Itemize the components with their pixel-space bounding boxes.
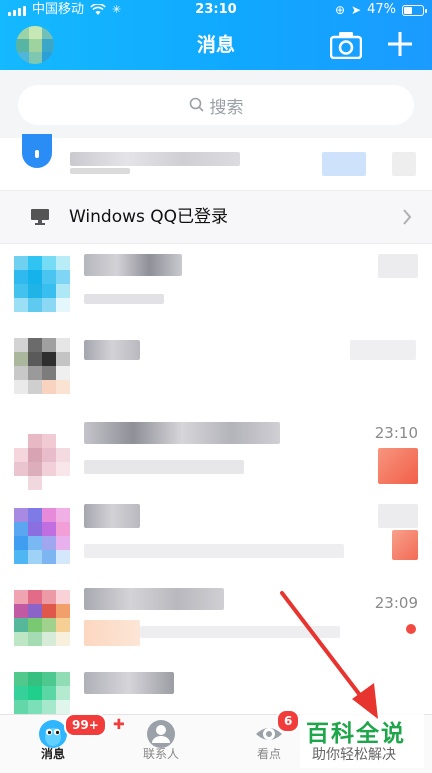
blurred-preview [84, 294, 164, 304]
blurred-title [70, 152, 240, 166]
blurred-preview [84, 620, 140, 646]
avatar [14, 590, 70, 646]
status-bar: 中国移动 ✳ 23:10 ⊕ ➤ 47% [0, 0, 432, 20]
blurred-title [84, 422, 280, 444]
battery-percent: 47% [367, 2, 396, 17]
unread-badge [378, 448, 418, 484]
avatar [14, 434, 70, 490]
tab-label: 消息 [40, 747, 65, 761]
unread-badge: 99+ [64, 713, 107, 737]
blurred-title [84, 504, 140, 528]
avatar [14, 508, 70, 564]
chevron-right-icon [403, 209, 412, 225]
blurred-preview [70, 168, 130, 174]
pinned-avatar [22, 134, 52, 168]
search-area: 搜索 [0, 70, 432, 138]
blurred-time [350, 340, 416, 360]
avatar [14, 338, 70, 394]
blurred-title [84, 672, 174, 694]
blurred-time [378, 254, 418, 278]
unread-dot [406, 624, 416, 634]
blurred-time [378, 504, 418, 528]
unread-badge [392, 530, 418, 560]
list-item[interactable] [0, 244, 432, 328]
blurred-time [322, 152, 366, 176]
orientation-lock-icon: ⊕ [334, 3, 346, 17]
tab-contacts[interactable]: 联系人 [116, 715, 206, 773]
list-item[interactable]: 23:10 [0, 412, 432, 496]
battery-icon [402, 4, 427, 16]
search-input[interactable]: 搜索 [18, 85, 414, 125]
tab-messages[interactable]: 消息 99+ ✚ [8, 713, 125, 773]
list-item[interactable] [0, 328, 432, 412]
avatar [14, 256, 70, 312]
camera-icon[interactable] [330, 31, 362, 59]
nav-bar: 消息 [0, 20, 432, 70]
computer-icon [31, 209, 49, 225]
device-login-label: Windows QQ已登录 [69, 207, 229, 227]
blurred-badge [392, 152, 416, 176]
annotation-arrow [280, 591, 378, 719]
header-gradient: 中国移动 ✳ 23:10 ⊕ ➤ 47% 消息 [0, 0, 432, 70]
blurred-title [84, 254, 182, 276]
blurred-title [84, 340, 140, 360]
location-icon: ➤ [351, 3, 362, 17]
blurred-preview [84, 460, 244, 474]
search-icon [189, 97, 204, 112]
blurred-title [84, 588, 224, 610]
device-login-row[interactable]: Windows QQ已登录 [0, 191, 432, 244]
add-icon[interactable] [385, 29, 415, 59]
conversation-time: 23:10 [374, 424, 418, 442]
list-item[interactable] [0, 496, 432, 580]
watermark-subtitle: 助你轻松解决 [312, 747, 396, 763]
tab-label: 联系人 [142, 747, 179, 761]
page-title: 消息 [196, 34, 235, 56]
blurred-preview [84, 544, 344, 558]
pinned-conversation[interactable] [0, 134, 432, 191]
search-placeholder: 搜索 [209, 97, 244, 118]
watermark: 百科全说 助你轻松解决 [300, 712, 424, 768]
